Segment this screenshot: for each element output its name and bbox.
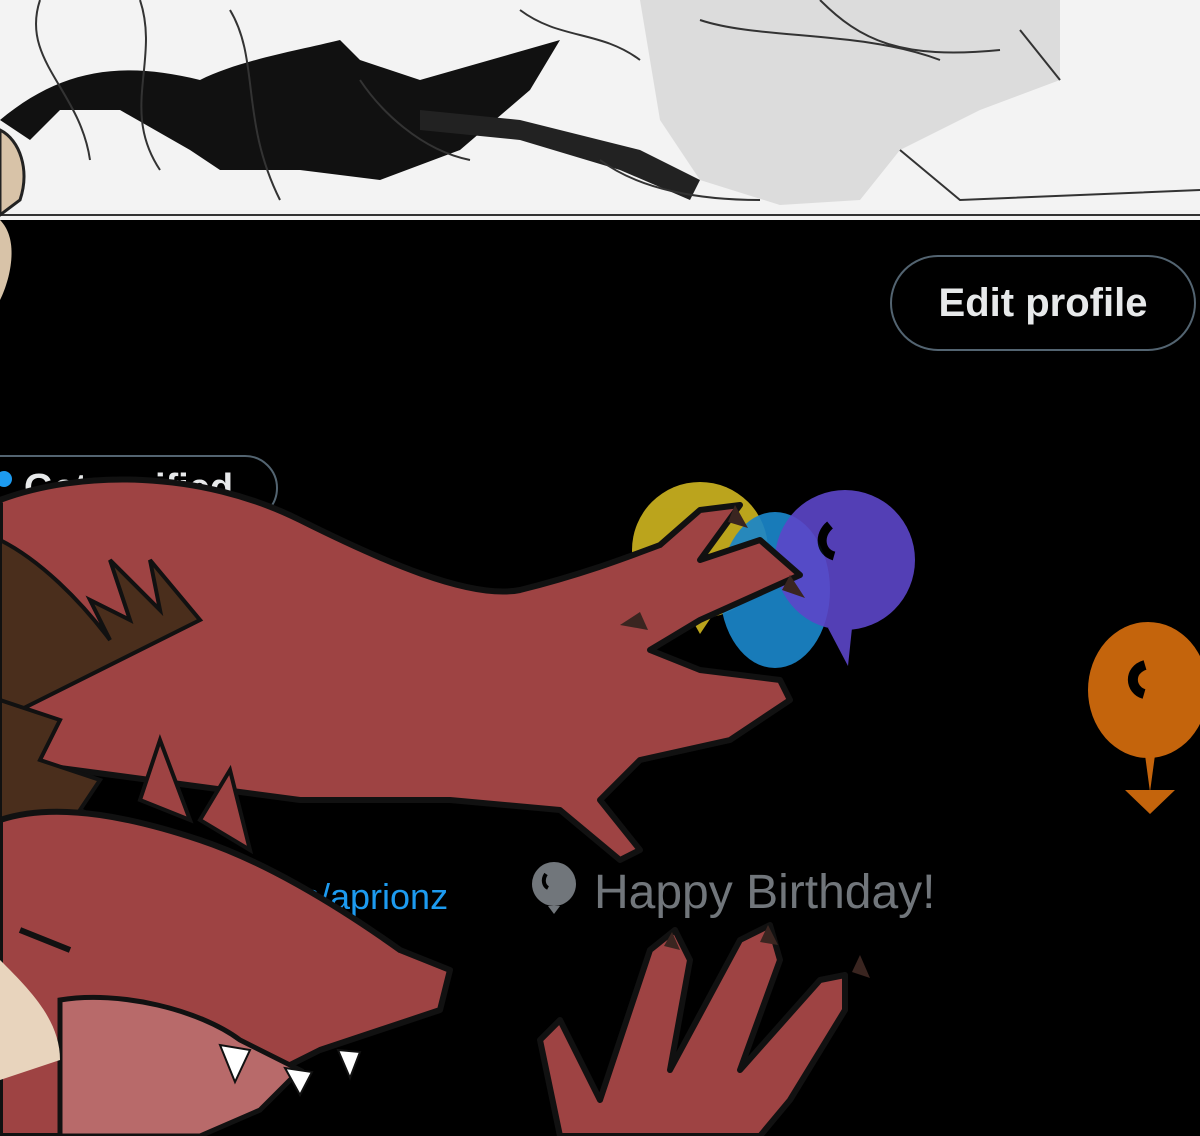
website-link[interactable]: m/aprionz (290, 876, 448, 918)
birthday-text: Happy Birthday! (594, 865, 936, 919)
verified-icon (0, 471, 12, 487)
followers-label[interactable]: ollowers (45, 1032, 177, 1074)
birthday-info: Happy Birthday! (528, 860, 936, 924)
header-banner (0, 0, 1200, 220)
balloon-icon (532, 862, 576, 914)
profile-section (0, 220, 1200, 1136)
banner-sketch (0, 0, 1200, 220)
get-verified-button[interactable]: Get verified (0, 455, 278, 521)
edit-profile-button[interactable]: Edit profile (890, 255, 1196, 351)
get-verified-label: Get verified (24, 466, 234, 509)
